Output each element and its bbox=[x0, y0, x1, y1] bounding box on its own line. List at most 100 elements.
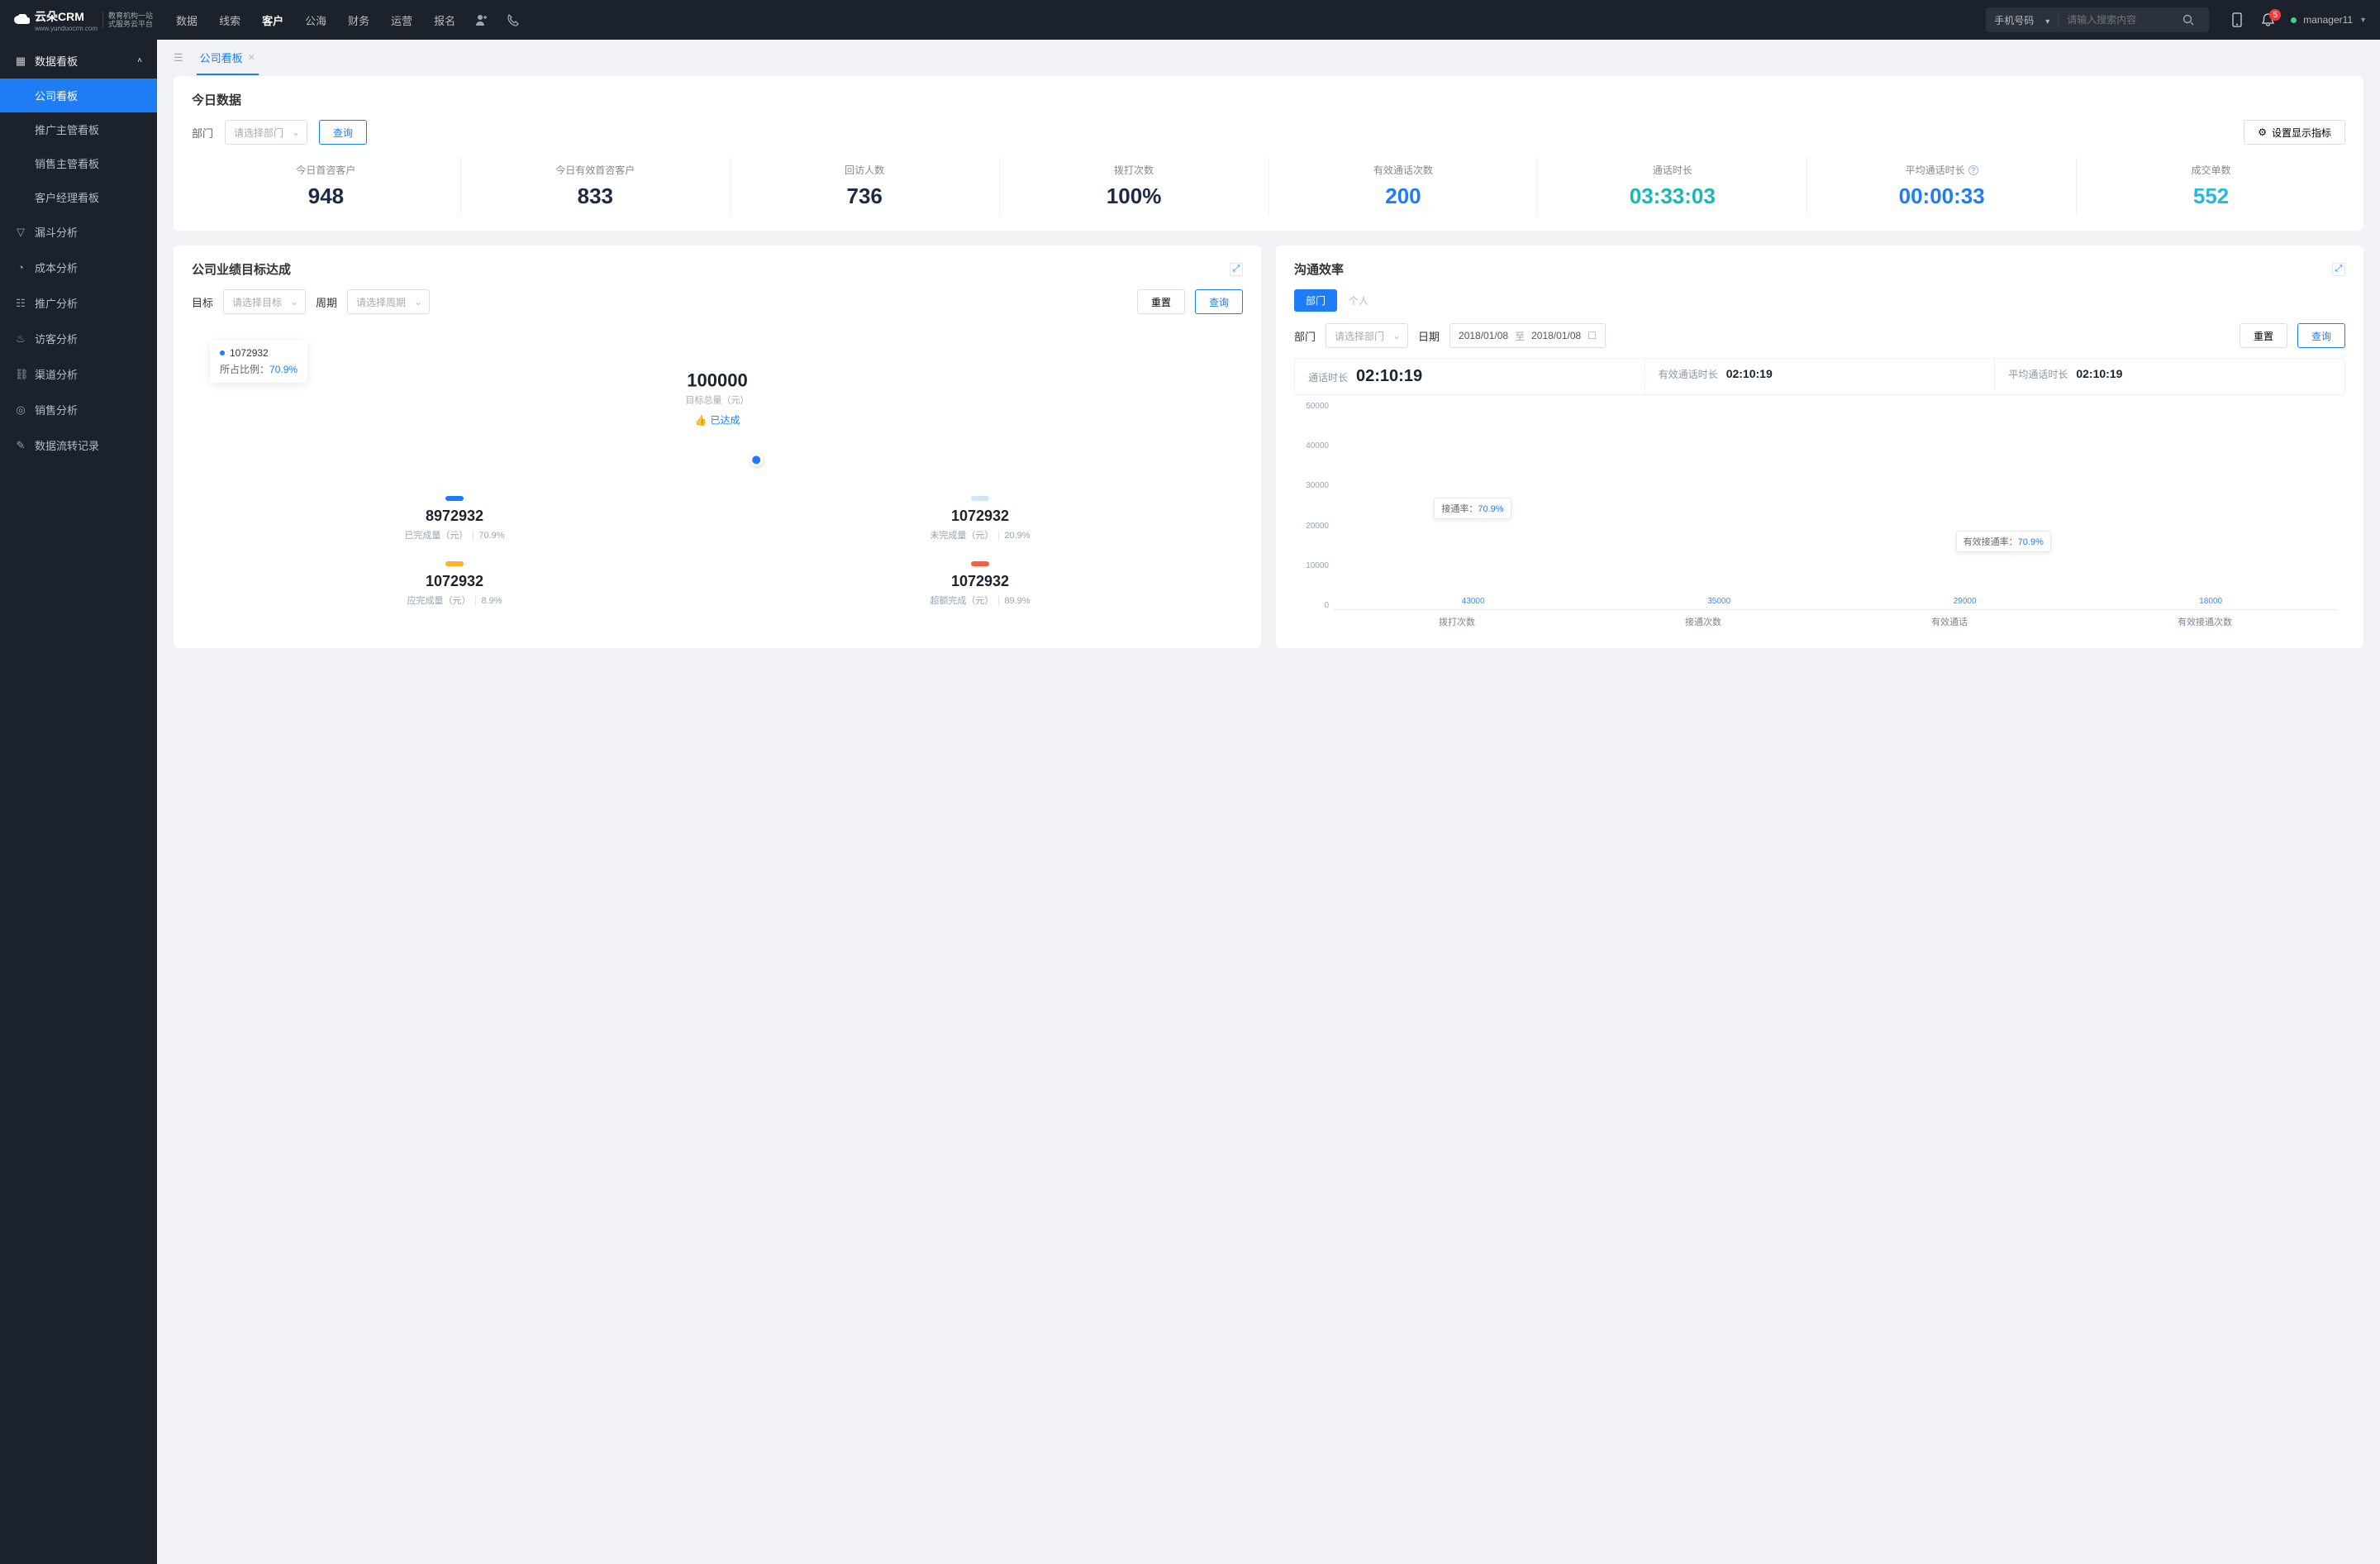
search-type-select[interactable]: 手机号码 bbox=[1986, 13, 2059, 27]
tab-company-board[interactable]: 公司看板 ✕ bbox=[197, 41, 259, 75]
reset-button[interactable]: 重置 bbox=[1137, 289, 1185, 314]
query-button[interactable]: 查询 bbox=[1195, 289, 1243, 314]
chevron-up-icon: ˄ bbox=[137, 56, 142, 65]
dept-label: 部门 bbox=[192, 125, 213, 141]
nav-finance[interactable]: 财务 bbox=[348, 12, 369, 28]
mobile-icon[interactable] bbox=[2232, 12, 2242, 27]
card-goal: 公司业绩目标达成 ⤢ 目标 请选择目标 周期 请选择周期 重置 查询 10729… bbox=[174, 246, 1261, 648]
stat-cell: 1072932应完成量（元）8.9% bbox=[192, 551, 717, 617]
sidebar-item-manager-board[interactable]: 客户经理看板 bbox=[0, 180, 157, 214]
thumbs-up-icon: 👍 bbox=[695, 414, 707, 426]
nav-customer[interactable]: 客户 bbox=[262, 12, 283, 28]
dept-select[interactable]: 请选择部门 bbox=[225, 120, 307, 145]
sidebar-item-cost[interactable]: ◔成本分析 bbox=[0, 250, 157, 285]
workspace-tabs: ☰ 公司看板 ✕ bbox=[174, 40, 2363, 76]
add-user-icon[interactable] bbox=[475, 13, 488, 26]
stat-cell: 1072932超额完成（元）89.9% bbox=[717, 551, 1243, 617]
sidebar-item-sales[interactable]: ◎销售分析 bbox=[0, 392, 157, 427]
user-menu[interactable]: manager11 ▼ bbox=[2291, 14, 2367, 26]
nav-public[interactable]: 公海 bbox=[305, 12, 326, 28]
link-icon: ⛓ bbox=[15, 368, 26, 381]
nav-data[interactable]: 数据 bbox=[176, 12, 198, 28]
kpi: 通话时长02:10:19 bbox=[1295, 359, 1645, 394]
goal-stats-grid: 8972932已完成量（元）70.9%1072932未完成量（元）20.9%10… bbox=[192, 486, 1243, 617]
bell-icon[interactable]: 5 bbox=[2262, 13, 2274, 26]
seg-dept[interactable]: 部门 bbox=[1294, 289, 1337, 312]
comm-dept-select[interactable]: 请选择部门 bbox=[1326, 323, 1408, 348]
sidebar-item-flow[interactable]: ✎数据流转记录 bbox=[0, 427, 157, 463]
search-box: 手机号码 bbox=[1986, 7, 2209, 32]
funnel-icon: ▽ bbox=[15, 226, 26, 239]
settings-metrics-button[interactable]: ⚙ 设置显示指标 bbox=[2244, 120, 2345, 145]
bar-chart: 50000400003000020000100000 接通率：70.9% 有效接… bbox=[1294, 402, 2345, 633]
sidebar-item-company-board[interactable]: 公司看板 bbox=[0, 79, 157, 112]
metric: 回访人数736 bbox=[731, 156, 1000, 216]
search-input[interactable] bbox=[2059, 14, 2182, 26]
target-icon: ◎ bbox=[15, 403, 26, 417]
kpi-row: 通话时长02:10:19有效通话时长02:10:19平均通话时长02:10:19 bbox=[1294, 358, 2345, 395]
chart-tooltip: 1072932 所占比例：70.9% bbox=[210, 341, 307, 383]
menu-toggle-icon[interactable]: ☰ bbox=[174, 51, 183, 64]
chevron-down-icon: ▼ bbox=[2359, 16, 2367, 24]
nav-signup[interactable]: 报名 bbox=[434, 12, 455, 28]
reset-button[interactable]: 重置 bbox=[2240, 323, 2287, 348]
metric: 有效通话次数200 bbox=[1269, 156, 1539, 216]
sidebar-group-dashboard[interactable]: ▦ 数据看板 ˄ bbox=[0, 43, 157, 79]
expand-icon[interactable]: ⤢ bbox=[1230, 263, 1243, 276]
logo[interactable]: 云朵CRM www.yunduocrm.com 教育机构一站式服务云平台 bbox=[13, 8, 153, 32]
stat-cell: 1072932未完成量（元）20.9% bbox=[717, 486, 1243, 551]
query-button[interactable]: 查询 bbox=[319, 120, 367, 145]
sidebar-item-visitor[interactable]: ♨访客分析 bbox=[0, 321, 157, 356]
dashboard-icon: ▦ bbox=[15, 55, 26, 68]
date-range-input[interactable]: 2018/01/08 至 2018/01/08 ☐ bbox=[1449, 323, 1606, 348]
cloud-icon bbox=[13, 14, 30, 26]
status-dot-icon bbox=[2291, 17, 2297, 23]
period-select[interactable]: 请选择周期 bbox=[347, 289, 430, 314]
brand-name: 云朵CRM bbox=[35, 8, 98, 25]
note-icon: ✎ bbox=[15, 439, 26, 452]
sidebar-item-sales-board[interactable]: 销售主管看板 bbox=[0, 146, 157, 180]
kpi: 有效通话时长02:10:19 bbox=[1645, 359, 1996, 394]
metric: 今日首咨客户948 bbox=[192, 156, 461, 216]
sidebar-item-channel[interactable]: ⛓渠道分析 bbox=[0, 356, 157, 392]
query-button[interactable]: 查询 bbox=[2297, 323, 2345, 348]
target-select[interactable]: 请选择目标 bbox=[223, 289, 306, 314]
phone-icon[interactable] bbox=[507, 14, 519, 26]
segment-control: 部门 个人 bbox=[1294, 289, 2345, 312]
close-tab-icon[interactable]: ✕ bbox=[248, 52, 255, 63]
metric: 成交单数552 bbox=[2077, 156, 2345, 216]
metric: 平均通话时长?00:00:33 bbox=[1807, 156, 2077, 216]
metric: 今日有效首咨客户833 bbox=[461, 156, 731, 216]
kpi: 平均通话时长02:10:19 bbox=[1995, 359, 2344, 394]
sidebar-item-promo[interactable]: ☷推广分析 bbox=[0, 285, 157, 321]
sidebar-item-promo-board[interactable]: 推广主管看板 bbox=[0, 112, 157, 146]
goal-title: 公司业绩目标达成 bbox=[192, 260, 291, 278]
callout-effective-rate: 有效接通率：70.9% bbox=[1956, 531, 2051, 552]
help-icon[interactable]: ? bbox=[1968, 165, 1978, 175]
metric: 拨打次数100% bbox=[1000, 156, 1269, 216]
metric: 通话时长03:33:03 bbox=[1538, 156, 1807, 216]
sidebar: ▦ 数据看板 ˄ 公司看板 推广主管看板 销售主管看板 客户经理看板 ▽漏斗分析… bbox=[0, 40, 157, 1564]
card-today: 今日数据 部门 请选择部门 查询 ⚙ 设置显示指标 今日首咨客户948今日有效首… bbox=[174, 76, 2363, 231]
nav-leads[interactable]: 线索 bbox=[219, 12, 240, 28]
comm-title: 沟通效率 bbox=[1294, 260, 1344, 278]
gear-icon: ⚙ bbox=[2258, 126, 2267, 138]
search-button[interactable] bbox=[2182, 14, 2209, 26]
username: manager11 bbox=[2303, 14, 2353, 26]
clock-icon: ◔ bbox=[15, 261, 26, 274]
top-nav: 数据 线索 客户 公海 财务 运营 报名 bbox=[176, 12, 455, 28]
brand-tagline: 教育机构一站式服务云平台 bbox=[102, 12, 153, 28]
metrics-row: 今日首咨客户948今日有效首咨客户833回访人数736拨打次数100%有效通话次… bbox=[192, 156, 2345, 216]
nav-ops[interactable]: 运营 bbox=[391, 12, 412, 28]
main-content: ☰ 公司看板 ✕ 今日数据 部门 请选择部门 查询 ⚙ 设置显示指标 今日首咨客… bbox=[157, 40, 2380, 1564]
today-title: 今日数据 bbox=[192, 91, 2345, 108]
callout-connect-rate: 接通率：70.9% bbox=[1434, 498, 1511, 519]
expand-icon[interactable]: ⤢ bbox=[2332, 263, 2345, 276]
stat-cell: 8972932已完成量（元）70.9% bbox=[192, 486, 717, 551]
topbar: 云朵CRM www.yunduocrm.com 教育机构一站式服务云平台 数据 … bbox=[0, 0, 2380, 40]
seg-person[interactable]: 个人 bbox=[1337, 289, 1380, 312]
sidebar-item-funnel[interactable]: ▽漏斗分析 bbox=[0, 214, 157, 250]
goal-donut-chart: 1072932 所占比例：70.9% 100000 目标总量（元） 👍 已达成 bbox=[192, 324, 1243, 473]
notification-badge: 5 bbox=[2269, 9, 2281, 21]
card-communication: 沟通效率 ⤢ 部门 个人 部门 请选择部门 日期 2018/01/08 至 20… bbox=[1276, 246, 2363, 648]
